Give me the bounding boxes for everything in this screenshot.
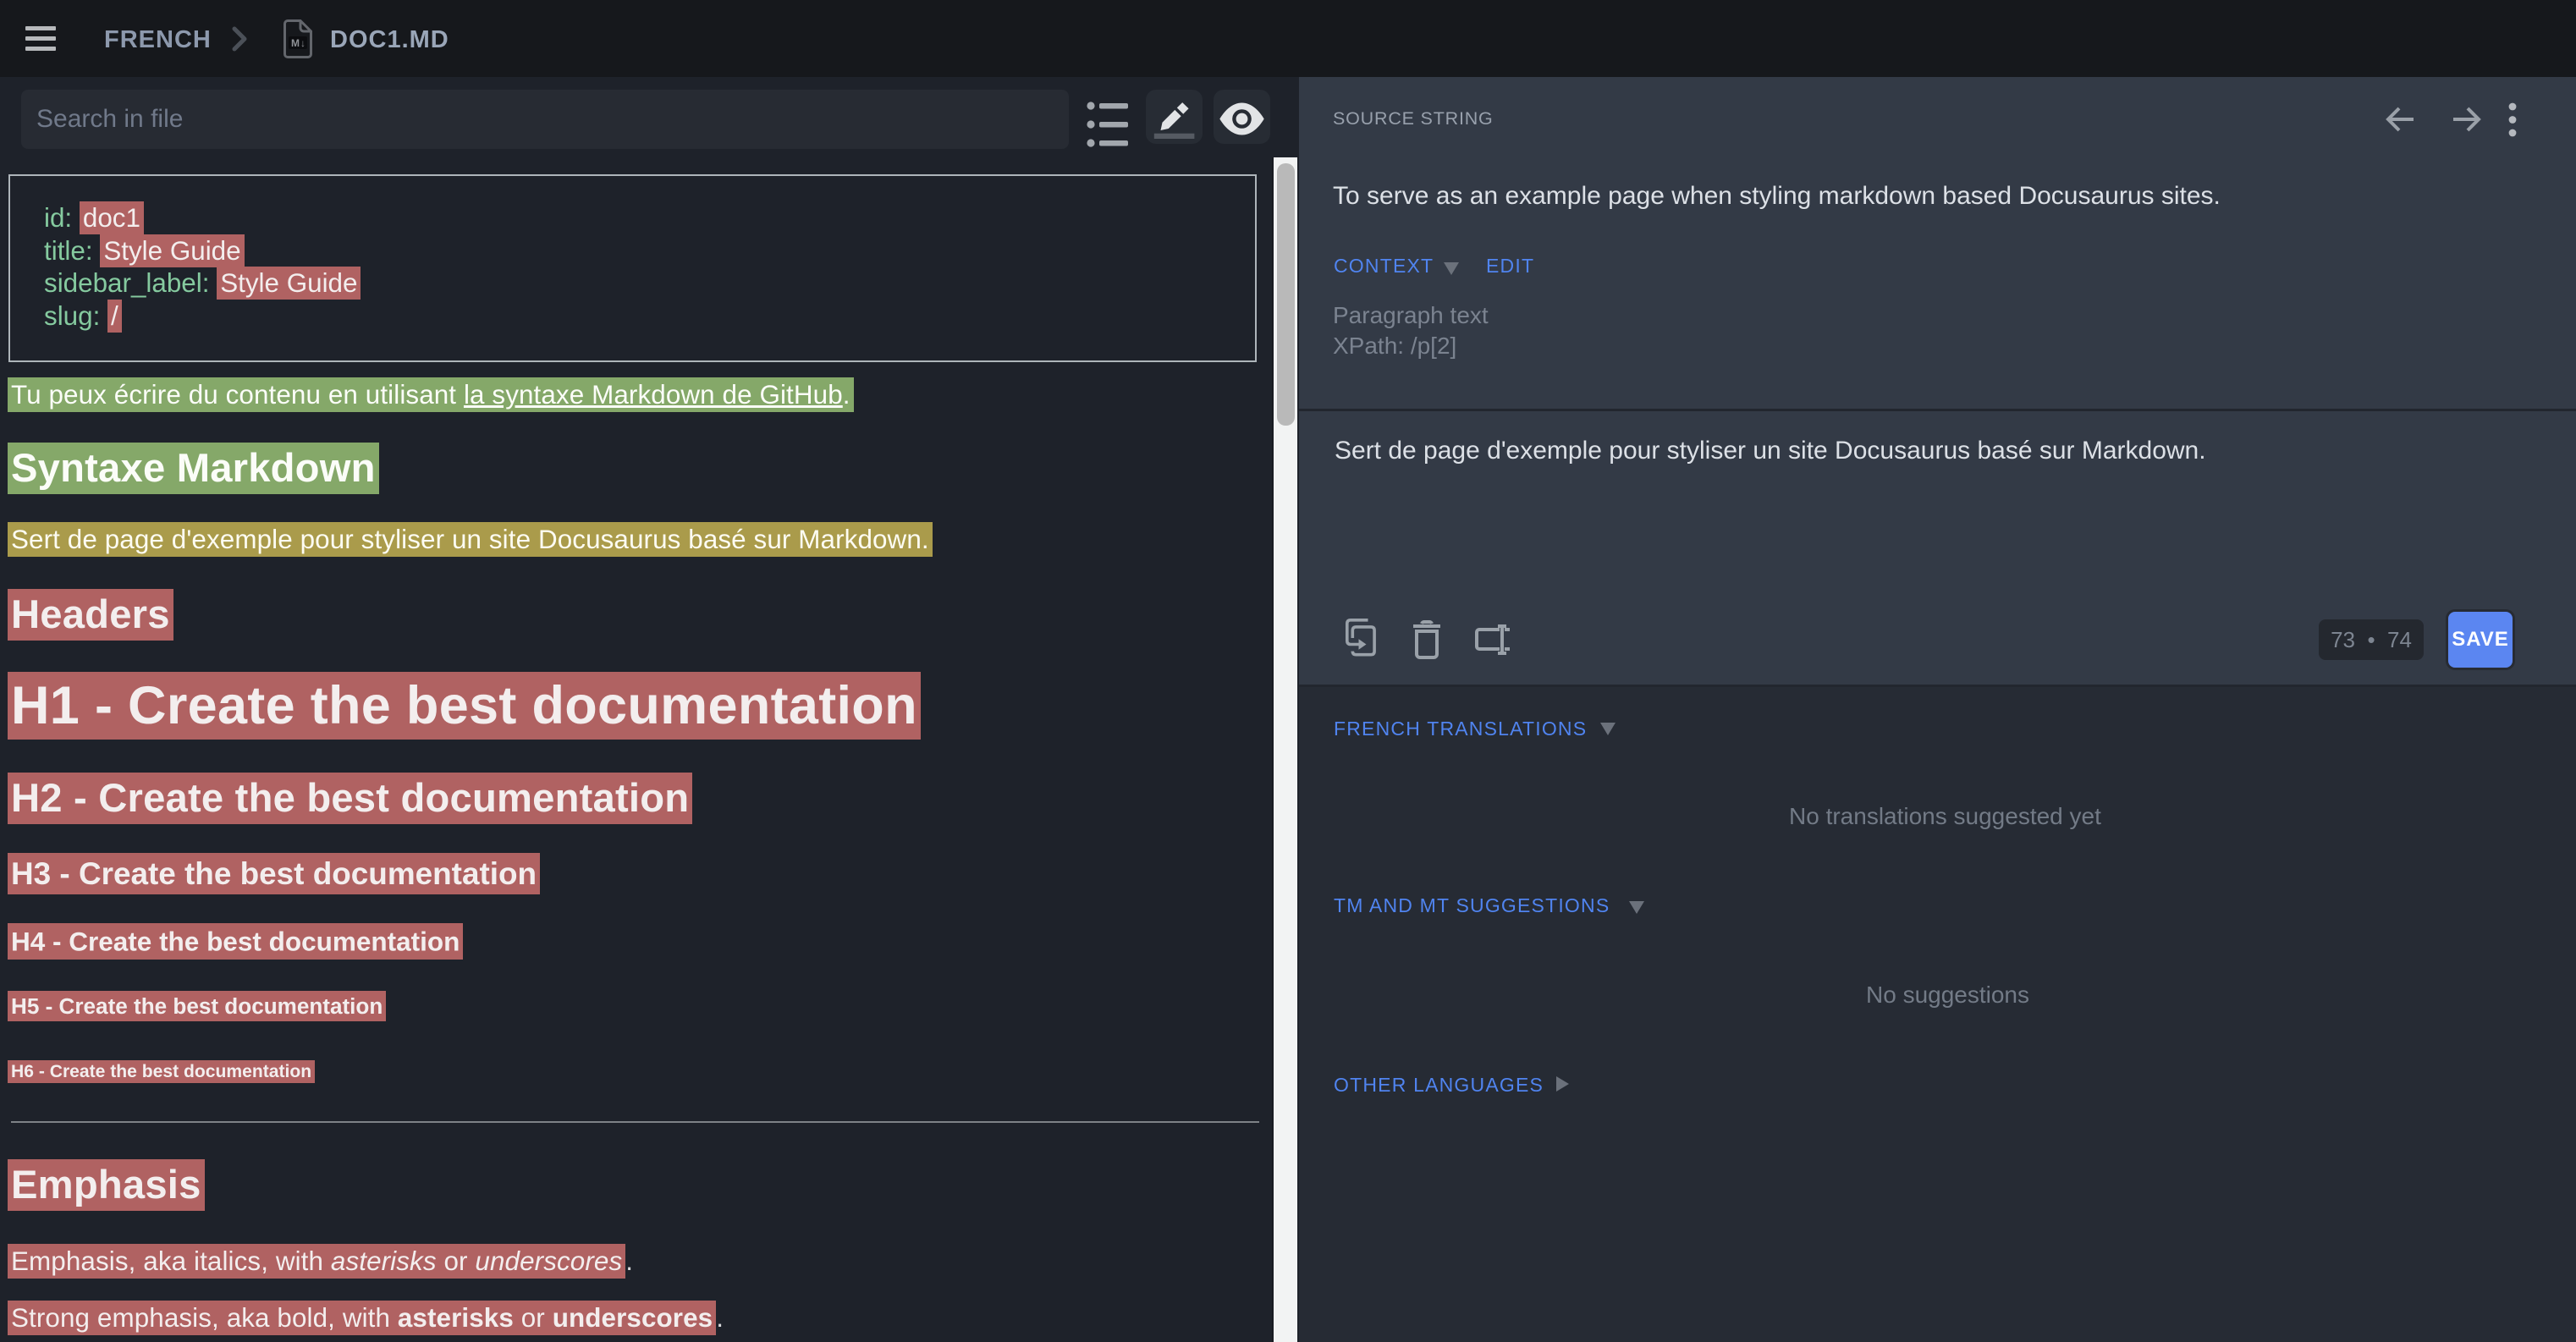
svg-text:↓: ↓ [300, 37, 305, 49]
svg-text:M: M [291, 37, 300, 49]
